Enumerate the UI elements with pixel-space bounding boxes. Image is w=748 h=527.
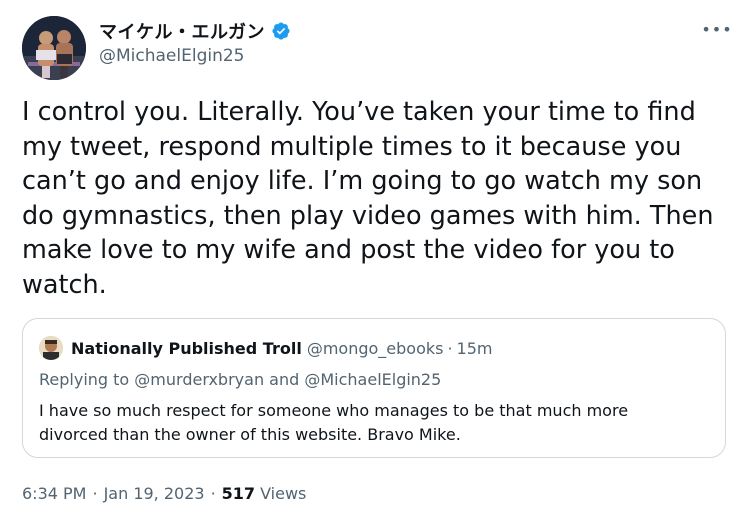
quoted-tweet[interactable]: Nationally Published Troll @mongo_ebooks… — [22, 318, 726, 458]
tweet-text: I control you. Literally. You’ve taken y… — [22, 97, 714, 300]
verified-badge-icon — [271, 21, 291, 41]
quoted-tweet-text: I have so much respect for someone who m… — [39, 401, 629, 444]
quoted-replying-to: Replying to @murderxbryan and @MichaelEl… — [39, 370, 442, 389]
quoted-author-name[interactable]: Nationally Published Troll — [71, 339, 302, 358]
quoted-author-handle[interactable]: @mongo_ebooks — [307, 339, 444, 358]
more-options-icon[interactable]: ••• — [701, 16, 733, 42]
tweet-date[interactable]: Jan 19, 2023 — [104, 484, 205, 503]
quoted-author-avatar[interactable] — [39, 336, 63, 360]
meta-separator: · — [92, 484, 98, 503]
author-avatar[interactable] — [22, 16, 86, 80]
author-display-name[interactable]: マイケル・エルガン — [99, 18, 265, 44]
tweet-time[interactable]: 6:34 PM — [22, 484, 86, 503]
views-count: 517 — [221, 484, 256, 503]
meta-separator: · — [210, 484, 216, 503]
tweet: マイケル・エルガン @MichaelElgin25 ••• I control … — [0, 0, 748, 527]
author-handle[interactable]: @MichaelElgin25 — [99, 46, 245, 66]
author-name-row: マイケル・エルガン — [99, 18, 291, 44]
tweet-metadata: 6:34 PM · Jan 19, 2023 · 517 Views — [22, 484, 306, 503]
quoted-separator: · — [447, 338, 453, 358]
quoted-tweet-header: Nationally Published Troll @mongo_ebooks… — [39, 336, 493, 360]
views-label: Views — [260, 484, 307, 503]
quoted-timestamp[interactable]: 15m — [457, 339, 493, 358]
avatar-image — [22, 16, 86, 80]
